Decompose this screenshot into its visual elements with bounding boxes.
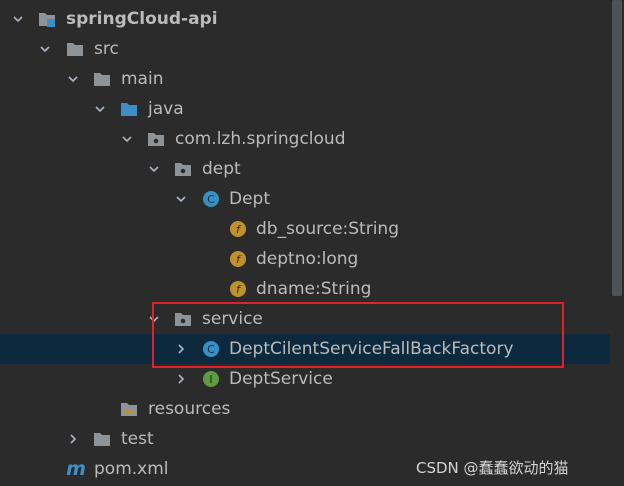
module-folder-icon <box>38 10 56 28</box>
tree-item-label: springCloud-api <box>66 9 218 29</box>
tree-item-resources[interactable]: resources <box>0 394 610 424</box>
tree-item-deptservice[interactable]: I DeptService <box>0 364 610 394</box>
interface-icon: I <box>202 370 220 388</box>
tree-item-label: db_source:String <box>256 219 399 239</box>
tree-item-label: dname:String <box>256 279 372 299</box>
chevron-right-icon[interactable] <box>66 432 80 446</box>
tree-item-label: java <box>148 99 184 119</box>
chevron-down-icon[interactable] <box>174 192 188 206</box>
svg-text:I: I <box>209 373 212 386</box>
tree-item-field-dname[interactable]: f dname:String <box>0 274 610 304</box>
tree-item-label: com.lzh.springcloud <box>175 129 346 149</box>
tree-item-label: resources <box>148 399 231 419</box>
chevron-down-icon[interactable] <box>66 72 80 86</box>
resources-folder-icon <box>120 400 138 418</box>
svg-text:m: m <box>66 460 86 478</box>
tree-item-field-db-source[interactable]: f db_source:String <box>0 214 610 244</box>
chevron-down-icon[interactable] <box>147 162 161 176</box>
chevron-down-icon[interactable] <box>93 102 107 116</box>
tree-item-label: main <box>121 69 164 89</box>
field-icon: f <box>229 250 247 268</box>
watermark: CSDN @蠢蠢欲动的猫 <box>416 459 569 477</box>
source-root-folder-icon <box>120 100 138 118</box>
chevron-right-icon[interactable] <box>174 372 188 386</box>
tree-item-field-deptno[interactable]: f deptno:long <box>0 244 610 274</box>
tree-item-java[interactable]: java <box>0 94 610 124</box>
highlight-box <box>152 302 564 368</box>
tree-item-springcloud-api[interactable]: springCloud-api <box>0 4 610 34</box>
field-icon: f <box>229 220 247 238</box>
tree-item-test[interactable]: test <box>0 424 610 454</box>
tree-item-label: test <box>121 429 154 449</box>
folder-icon <box>66 40 84 58</box>
tree-item-label: DeptService <box>229 369 333 389</box>
svg-text:C: C <box>207 193 215 206</box>
class-icon: C <box>202 190 220 208</box>
tree-item-label: pom.xml <box>94 459 169 479</box>
package-icon <box>174 160 192 178</box>
maven-icon: m <box>64 460 88 478</box>
chevron-down-icon[interactable] <box>120 132 134 146</box>
package-icon <box>147 130 165 148</box>
scrollbar-thumb[interactable] <box>612 0 622 296</box>
project-tree: springCloud-api src main java com.lzh.sp… <box>0 0 610 486</box>
tree-item-dept[interactable]: dept <box>0 154 610 184</box>
tree-item-src[interactable]: src <box>0 34 610 64</box>
chevron-down-icon[interactable] <box>11 12 25 26</box>
tree-item-label: deptno:long <box>256 249 359 269</box>
tree-item-label: src <box>94 39 119 59</box>
tree-item-com-lzh-springcloud[interactable]: com.lzh.springcloud <box>0 124 610 154</box>
field-icon: f <box>229 280 247 298</box>
folder-icon <box>93 70 111 88</box>
tree-item-label: Dept <box>229 189 271 209</box>
folder-icon <box>93 430 111 448</box>
tree-item-label: dept <box>202 159 241 179</box>
tree-item-main[interactable]: main <box>0 64 610 94</box>
tree-item-dept-class[interactable]: C Dept <box>0 184 610 214</box>
vertical-scrollbar[interactable] <box>610 0 624 486</box>
chevron-down-icon[interactable] <box>38 42 52 56</box>
